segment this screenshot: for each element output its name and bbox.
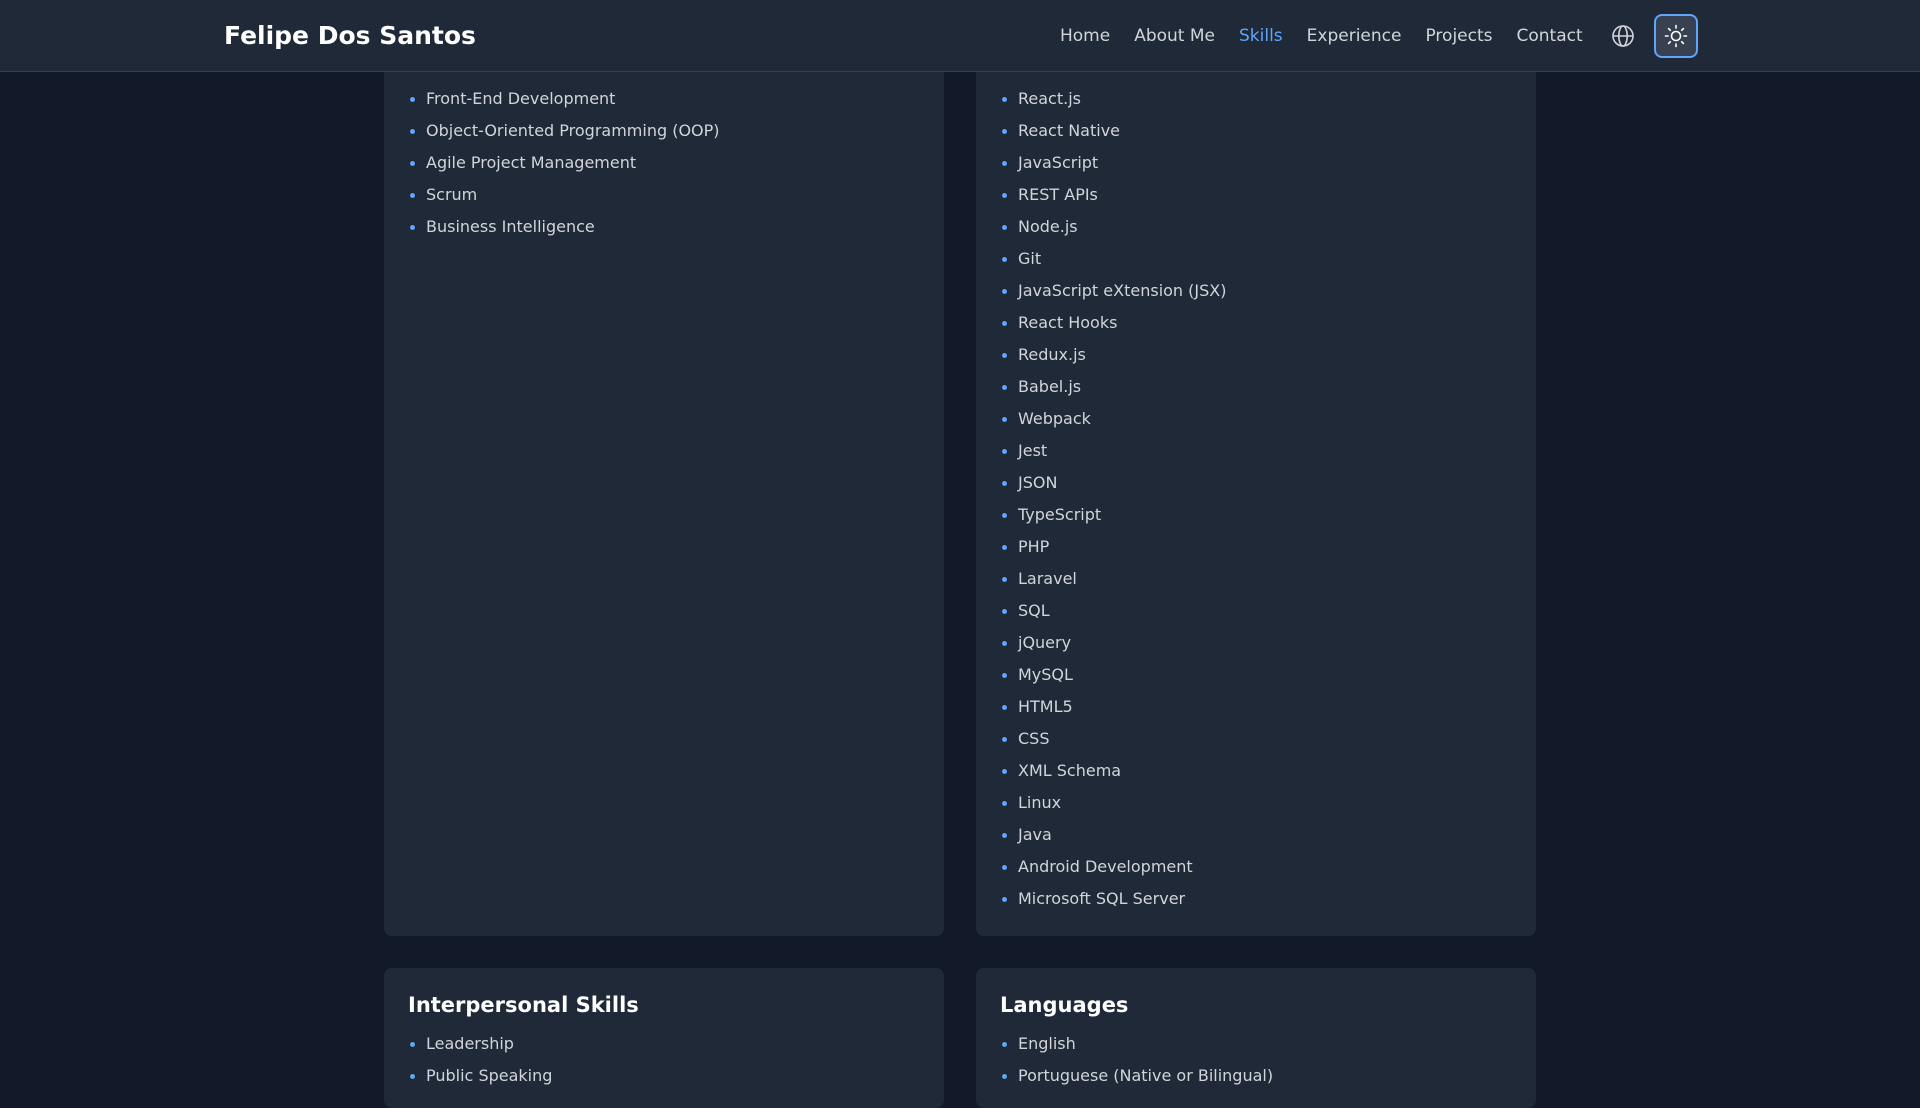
methods-skills-card: Front-End Development Object-Oriented Pro…: [384, 60, 944, 936]
skill-item: Portuguese (Native or Bilingual): [1000, 1060, 1273, 1092]
globe-icon: [1612, 25, 1634, 47]
skill-item: PHP: [1000, 531, 1226, 563]
skill-item: React.js: [1000, 83, 1226, 115]
skill-item: Android Development: [1000, 851, 1226, 883]
nav-skills[interactable]: Skills: [1239, 26, 1283, 46]
skill-item: Webpack: [1000, 403, 1226, 435]
skill-item: Agile Project Management: [408, 147, 720, 179]
languages-list: English Portuguese (Native or Bilingual): [1000, 1028, 1273, 1092]
interpersonal-skills-card: Interpersonal Skills Leadership Public Sp…: [384, 968, 944, 1108]
nav-about-me[interactable]: About Me: [1134, 26, 1215, 46]
top-navbar: Felipe Dos Santos Home About Me Skills E…: [0, 0, 1920, 72]
skill-item: JavaScript eXtension (JSX): [1000, 275, 1226, 307]
skill-item: Git: [1000, 243, 1226, 275]
nav-contact[interactable]: Contact: [1517, 26, 1583, 46]
skill-item: CSS: [1000, 723, 1226, 755]
skill-item: Jest: [1000, 435, 1226, 467]
interpersonal-skills-list: Leadership Public Speaking: [408, 1028, 639, 1092]
skill-item: Leadership: [408, 1028, 639, 1060]
skill-item: JavaScript: [1000, 147, 1226, 179]
skill-item: Redux.js: [1000, 339, 1226, 371]
technical-skills-card: React.js React Native JavaScript REST APIs N…: [976, 60, 1536, 936]
skill-item: JSON: [1000, 467, 1226, 499]
methods-skills-list: Front-End Development Object-Oriented Pro…: [408, 83, 720, 243]
skill-item: Front-End Development: [408, 83, 720, 115]
main-nav: Home About Me Skills Experience Projects…: [1060, 0, 1607, 72]
skill-item: React Native: [1000, 115, 1226, 147]
theme-toggle-button[interactable]: [1654, 14, 1698, 58]
skill-item: Babel.js: [1000, 371, 1226, 403]
interpersonal-skills-title: Interpersonal Skills: [408, 993, 639, 1017]
skill-item: Java: [1000, 819, 1226, 851]
skill-item: jQuery: [1000, 627, 1226, 659]
skill-item: XML Schema: [1000, 755, 1226, 787]
skill-item: English: [1000, 1028, 1273, 1060]
skill-item: Linux: [1000, 787, 1226, 819]
technical-skills-list: React.js React Native JavaScript REST APIs N…: [1000, 83, 1226, 915]
languages-card: Languages English Portuguese (Native or B…: [976, 968, 1536, 1108]
skill-item: REST APIs: [1000, 179, 1226, 211]
skill-item: TypeScript: [1000, 499, 1226, 531]
skill-item: HTML5: [1000, 691, 1226, 723]
brand-name[interactable]: Felipe Dos Santos: [224, 0, 476, 72]
skill-item: SQL: [1000, 595, 1226, 627]
skill-item: React Hooks: [1000, 307, 1226, 339]
nav-home[interactable]: Home: [1060, 26, 1110, 46]
nav-projects[interactable]: Projects: [1425, 26, 1492, 46]
languages-title: Languages: [1000, 993, 1129, 1017]
skill-item: Business Intelligence: [408, 211, 720, 243]
skill-item: Public Speaking: [408, 1060, 639, 1092]
skill-item: Laravel: [1000, 563, 1226, 595]
sun-icon: [1664, 24, 1688, 48]
skill-item: Node.js: [1000, 211, 1226, 243]
skill-item: MySQL: [1000, 659, 1226, 691]
language-button[interactable]: [1609, 22, 1637, 50]
skill-item: Scrum: [408, 179, 720, 211]
nav-experience[interactable]: Experience: [1307, 26, 1402, 46]
skill-item: Microsoft SQL Server: [1000, 883, 1226, 915]
skill-item: Object-Oriented Programming (OOP): [408, 115, 720, 147]
